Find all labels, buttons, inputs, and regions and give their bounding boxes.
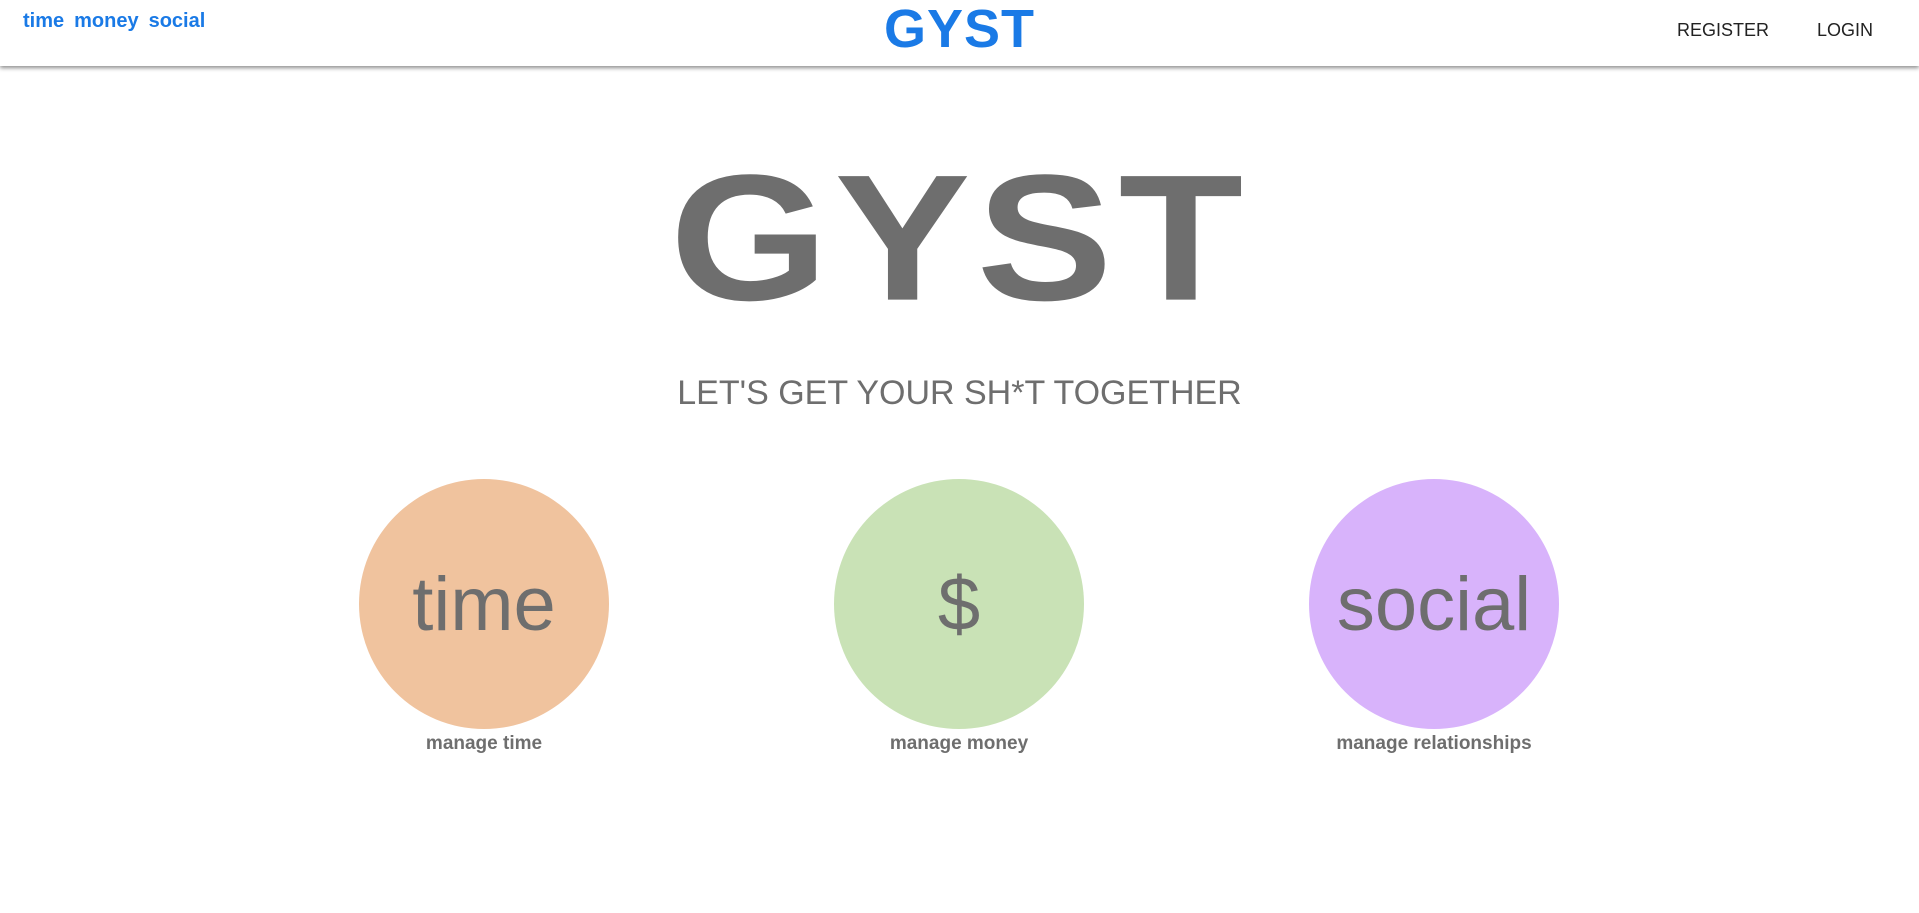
- money-circle-button[interactable]: $: [834, 479, 1084, 729]
- feature-caption-time: manage time: [425, 733, 543, 754]
- nav-links: time money social: [23, 10, 205, 33]
- feature-social: social manage relationships: [1309, 479, 1559, 755]
- feature-money: $ manage money: [834, 479, 1084, 755]
- nav-link-time[interactable]: time: [23, 10, 64, 33]
- feature-caption-money: manage money: [889, 733, 1029, 754]
- auth-links: REGISTER LOGIN: [1677, 20, 1873, 41]
- login-link[interactable]: LOGIN: [1817, 20, 1873, 41]
- hero-tagline: LET'S GET YOUR SH*T TOGETHER: [677, 374, 1242, 412]
- social-circle-button[interactable]: social: [1309, 479, 1559, 729]
- brand: GYST: [0, 0, 1919, 58]
- navbar: time money social GYST REGISTER LOGIN: [0, 0, 1919, 66]
- register-link[interactable]: REGISTER: [1677, 20, 1769, 41]
- feature-time: time manage time: [359, 479, 609, 755]
- feature-caption-social: manage relationships: [1336, 733, 1532, 754]
- hero-title: GYST: [669, 137, 1250, 339]
- nav-link-money[interactable]: money: [74, 10, 138, 33]
- time-circle-button[interactable]: time: [359, 479, 609, 729]
- nav-link-social[interactable]: social: [149, 10, 206, 33]
- brand-logo[interactable]: GYST: [884, 0, 1035, 58]
